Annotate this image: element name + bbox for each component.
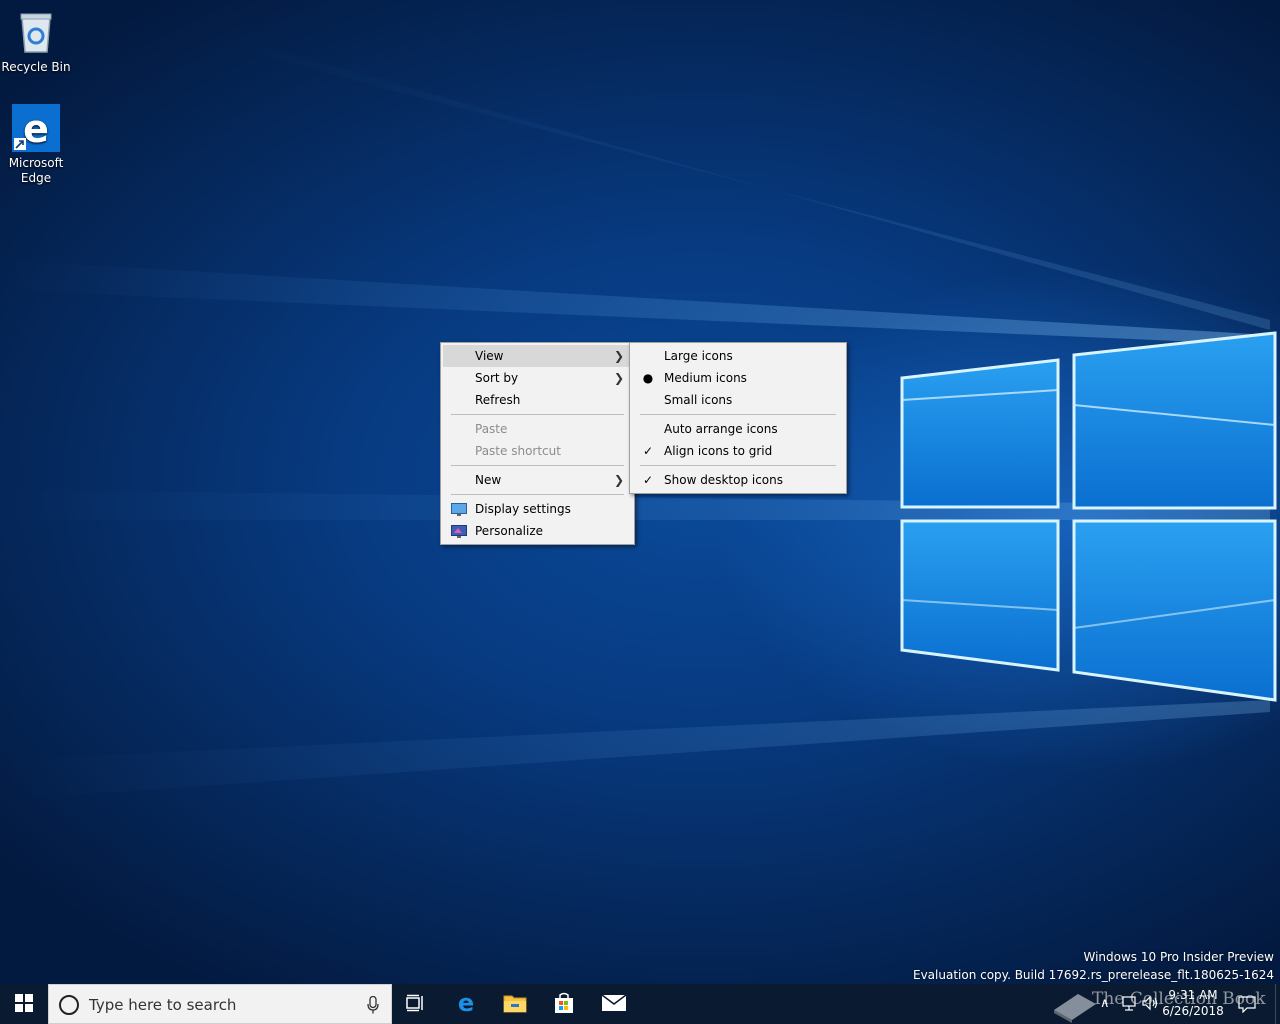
taskbar-file-explorer-button[interactable] — [491, 984, 539, 1024]
microsoft-edge-shortcut[interactable]: e Microsoft Edge — [0, 104, 72, 186]
menu-item-paste[interactable]: Paste — [443, 418, 632, 440]
menu-item-view-label: View — [475, 349, 504, 363]
task-view-button[interactable] — [392, 984, 440, 1024]
network-icon[interactable] — [1122, 995, 1138, 1014]
menu-item-view[interactable]: View ❯ — [443, 345, 632, 367]
menu-item-paste-label: Paste — [475, 422, 508, 436]
cortana-icon — [59, 995, 79, 1015]
menu-item-paste-shortcut[interactable]: Paste shortcut — [443, 440, 632, 462]
edge-icon: e — [12, 104, 60, 152]
clock-time: 9:31 AM — [1168, 988, 1218, 1002]
submenu-item-auto-arrange[interactable]: Auto arrange icons — [632, 418, 844, 440]
menu-item-new-label: New — [475, 473, 502, 487]
start-button[interactable] — [0, 984, 48, 1024]
file-explorer-icon — [503, 993, 527, 1016]
search-placeholder: Type here to search — [89, 996, 237, 1014]
svg-text:e: e — [23, 107, 49, 151]
build-watermark: Windows 10 Pro Insider Preview Evaluatio… — [913, 948, 1274, 984]
submenu-item-show-desktop-icons-label: Show desktop icons — [664, 473, 784, 487]
submenu-item-large-icons[interactable]: Large icons — [632, 345, 844, 367]
submenu-item-align-to-grid-label: Align icons to grid — [664, 444, 773, 458]
microphone-icon[interactable] — [367, 995, 379, 1014]
menu-separator — [451, 465, 624, 466]
submenu-item-large-icons-label: Large icons — [664, 349, 733, 363]
checkmark-icon: ✓ — [642, 473, 654, 487]
taskbar-mail-button[interactable] — [590, 984, 638, 1024]
svg-text:e: e — [458, 991, 474, 1015]
recycle-bin-label: Recycle Bin — [1, 60, 71, 74]
edge-icon: e — [454, 989, 478, 1018]
checkmark-icon: ✓ — [642, 444, 654, 458]
watermark-build: Evaluation copy. Build 17692.rs_prerelea… — [912, 968, 1274, 982]
submenu-item-small-icons[interactable]: Small icons — [632, 389, 844, 411]
submenu-item-small-icons-label: Small icons — [664, 393, 733, 407]
personalize-icon — [451, 524, 467, 538]
system-tray: ∧ 9:31 AM 6/26/2018 — [1054, 984, 1280, 1024]
menu-separator — [640, 414, 836, 415]
task-view-icon — [406, 994, 426, 1015]
chevron-right-icon: ❯ — [614, 371, 625, 385]
menu-item-refresh-label: Refresh — [475, 393, 521, 407]
book-logo-icon — [1050, 990, 1100, 1024]
menu-separator — [451, 494, 624, 495]
watermark-edition: Windows 10 Pro Insider Preview — [1083, 950, 1274, 964]
action-center-icon[interactable] — [1238, 995, 1256, 1016]
menu-item-personalize-label: Personalize — [475, 524, 544, 538]
view-submenu: Large icons ● Medium icons Small icons A… — [629, 342, 847, 494]
chevron-right-icon: ❯ — [614, 349, 625, 363]
desktop-context-menu: View ❯ Sort by ❯ Refresh Paste Paste sho… — [440, 342, 635, 545]
recycle-bin-shortcut[interactable]: Recycle Bin — [0, 8, 72, 75]
menu-separator — [451, 414, 624, 415]
display-settings-icon — [451, 502, 467, 516]
store-icon — [553, 992, 575, 1017]
chevron-up-icon[interactable]: ∧ — [1100, 996, 1110, 1011]
menu-item-display-settings[interactable]: Display settings — [443, 498, 632, 520]
menu-item-display-settings-label: Display settings — [475, 502, 571, 516]
recycle-bin-icon — [12, 8, 60, 56]
menu-item-personalize[interactable]: Personalize — [443, 520, 632, 542]
search-box[interactable]: Type here to search — [48, 984, 392, 1024]
menu-item-paste-shortcut-label: Paste shortcut — [475, 444, 561, 458]
microsoft-edge-label: Microsoft Edge — [8, 156, 64, 185]
menu-item-refresh[interactable]: Refresh — [443, 389, 632, 411]
mail-icon — [601, 993, 627, 1015]
submenu-item-auto-arrange-label: Auto arrange icons — [664, 422, 778, 436]
taskbar-store-button[interactable] — [540, 984, 588, 1024]
menu-item-sort-by-label: Sort by — [475, 371, 519, 385]
submenu-item-medium-icons[interactable]: ● Medium icons — [632, 367, 844, 389]
menu-item-sort-by[interactable]: Sort by ❯ — [443, 367, 632, 389]
clock[interactable]: 9:31 AM 6/26/2018 — [1158, 987, 1228, 1019]
taskbar-edge-button[interactable]: e — [442, 984, 490, 1024]
taskbar: Type here to search e The Collection Boo… — [0, 984, 1280, 1024]
submenu-item-medium-icons-label: Medium icons — [664, 371, 747, 385]
radio-bullet-icon: ● — [642, 371, 654, 385]
show-desktop-button[interactable] — [1275, 984, 1280, 1024]
submenu-item-align-to-grid[interactable]: ✓ Align icons to grid — [632, 440, 844, 462]
submenu-item-show-desktop-icons[interactable]: ✓ Show desktop icons — [632, 469, 844, 491]
menu-item-new[interactable]: New ❯ — [443, 469, 632, 491]
menu-separator — [640, 465, 836, 466]
chevron-right-icon: ❯ — [614, 473, 625, 487]
clock-date: 6/26/2018 — [1162, 1004, 1224, 1018]
start-icon — [15, 993, 33, 1015]
